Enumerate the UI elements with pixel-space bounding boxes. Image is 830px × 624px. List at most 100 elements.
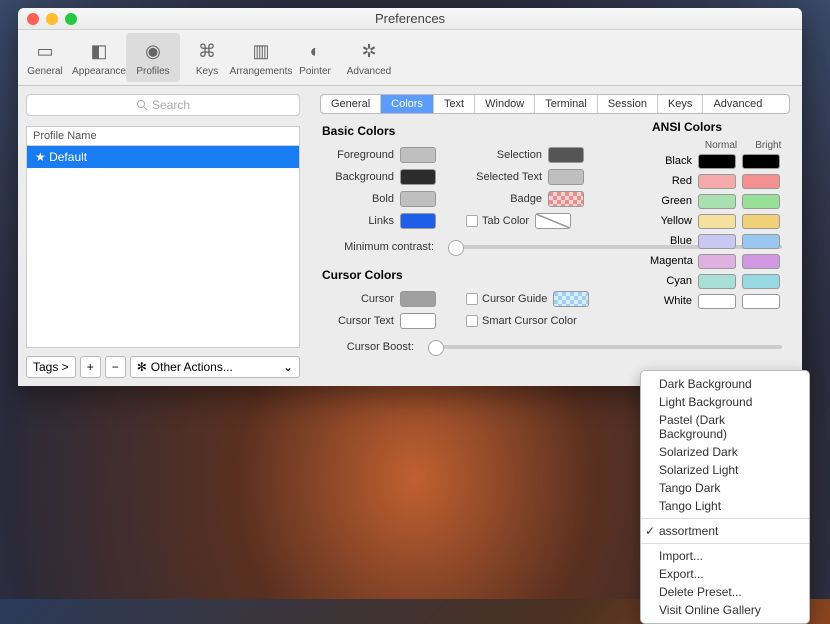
titlebar: Preferences xyxy=(18,8,802,30)
profiles-icon: ◉ xyxy=(140,38,166,64)
ansi-cyan-bright[interactable] xyxy=(742,274,780,289)
label-smart-cursor-color: Smart Cursor Color xyxy=(482,315,583,327)
search-icon xyxy=(136,99,148,111)
ansi-cyan-normal[interactable] xyxy=(698,274,736,289)
ansi-label-white: White xyxy=(650,295,698,307)
ansi-yellow-bright[interactable] xyxy=(742,214,780,229)
tab-terminal[interactable]: Terminal xyxy=(535,95,598,113)
preset-dark-background[interactable]: Dark Background xyxy=(641,375,809,393)
ansi-black-bright[interactable] xyxy=(742,154,780,169)
colorwell-tab-color[interactable] xyxy=(535,213,571,229)
label-background: Background xyxy=(320,171,400,183)
colorwell-cursor-text[interactable] xyxy=(400,313,436,329)
ansi-green-normal[interactable] xyxy=(698,194,736,209)
label-selection: Selection xyxy=(456,149,548,161)
ansi-white-bright[interactable] xyxy=(742,294,780,309)
preset-delete-preset-[interactable]: Delete Preset... xyxy=(641,583,809,601)
colorwell-selected-text[interactable] xyxy=(548,169,584,185)
toolbar-pointer[interactable]: ◐Pointer xyxy=(288,30,342,85)
label-badge: Badge xyxy=(456,193,548,205)
ansi-label-magenta: Magenta xyxy=(650,255,698,267)
toolbar-general[interactable]: ▭General xyxy=(18,30,72,85)
ansi-label-black: Black xyxy=(650,155,698,167)
ansi-magenta-bright[interactable] xyxy=(742,254,780,269)
preset-solarized-dark[interactable]: Solarized Dark xyxy=(641,443,809,461)
ansi-label-cyan: Cyan xyxy=(650,275,698,287)
profiles-sidebar: Search Profile Name ★ Default Tags > + −… xyxy=(18,86,308,386)
other-actions-dropdown[interactable]: ✻ Other Actions... ⌄ xyxy=(130,356,300,378)
general-icon: ▭ xyxy=(32,38,58,64)
ansi-label-green: Green xyxy=(650,195,698,207)
min-contrast-label: Minimum contrast: xyxy=(320,241,440,253)
toolbar-appearance[interactable]: ◧Appearance xyxy=(72,30,126,85)
preset-tango-light[interactable]: Tango Light xyxy=(641,497,809,515)
keys-icon: ⌘ xyxy=(194,38,220,64)
tab-advanced[interactable]: Advanced xyxy=(703,95,772,113)
colorwell-links[interactable] xyxy=(400,213,436,229)
preset-light-background[interactable]: Light Background xyxy=(641,393,809,411)
preset-tango-dark[interactable]: Tango Dark xyxy=(641,479,809,497)
profile-list-header[interactable]: Profile Name xyxy=(26,126,300,146)
main-panel: GeneralColorsTextWindowTerminalSessionKe… xyxy=(308,86,802,386)
toolbar-arrangements[interactable]: ▥Arrangements xyxy=(234,30,288,85)
checkbox-tab-color[interactable] xyxy=(466,215,478,227)
colorwell-cursor-guide[interactable] xyxy=(553,291,589,307)
ansi-blue-normal[interactable] xyxy=(698,234,736,249)
ansi-red-bright[interactable] xyxy=(742,174,780,189)
ansi-black-normal[interactable] xyxy=(698,154,736,169)
toolbar-advanced[interactable]: ✲Advanced xyxy=(342,30,396,85)
colorwell-badge[interactable] xyxy=(548,191,584,207)
gear-icon: ✻ xyxy=(137,360,147,374)
cursor-boost-slider[interactable] xyxy=(428,345,782,349)
remove-profile-button[interactable]: − xyxy=(105,356,126,378)
tab-general[interactable]: General xyxy=(321,95,381,113)
profile-list: ★ Default xyxy=(26,146,300,348)
cursor-boost-label: Cursor Boost: xyxy=(320,341,420,353)
other-actions-label: Other Actions... xyxy=(151,360,233,374)
ansi-col-bright: Bright xyxy=(745,140,792,151)
label-cursor: Cursor xyxy=(320,293,400,305)
advanced-icon: ✲ xyxy=(356,38,382,64)
search-placeholder: Search xyxy=(152,98,190,112)
tab-window[interactable]: Window xyxy=(475,95,535,113)
preferences-window: Preferences ▭General◧Appearance◉Profiles… xyxy=(18,8,802,386)
preset-import-[interactable]: Import... xyxy=(641,547,809,565)
label-cursor-guide: Cursor Guide xyxy=(482,293,553,305)
preset-pastel-dark-background-[interactable]: Pastel (Dark Background) xyxy=(641,411,809,443)
preset-assortment[interactable]: assortment xyxy=(641,522,809,540)
tab-colors[interactable]: Colors xyxy=(381,95,434,113)
label-tab-color: Tab Color xyxy=(482,215,535,227)
appearance-icon: ◧ xyxy=(86,38,112,64)
tab-session[interactable]: Session xyxy=(598,95,658,113)
tab-keys[interactable]: Keys xyxy=(658,95,703,113)
preset-solarized-light[interactable]: Solarized Light xyxy=(641,461,809,479)
colorwell-selection[interactable] xyxy=(548,147,584,163)
add-profile-button[interactable]: + xyxy=(80,356,101,378)
ansi-blue-bright[interactable] xyxy=(742,234,780,249)
ansi-magenta-normal[interactable] xyxy=(698,254,736,269)
ansi-yellow-normal[interactable] xyxy=(698,214,736,229)
ansi-green-bright[interactable] xyxy=(742,194,780,209)
colorwell-bold[interactable] xyxy=(400,191,436,207)
checkbox-smart-cursor-color[interactable] xyxy=(466,315,478,327)
search-input[interactable]: Search xyxy=(26,94,300,116)
checkbox-cursor-guide[interactable] xyxy=(466,293,478,305)
preset-visit-online-gallery[interactable]: Visit Online Gallery xyxy=(641,601,809,619)
colorwell-background[interactable] xyxy=(400,169,436,185)
label-selected-text: Selected Text xyxy=(456,171,548,183)
label-links: Links xyxy=(320,215,400,227)
preset-export-[interactable]: Export... xyxy=(641,565,809,583)
profile-item-default[interactable]: ★ Default xyxy=(27,146,299,168)
ansi-red-normal[interactable] xyxy=(698,174,736,189)
tab-text[interactable]: Text xyxy=(434,95,475,113)
toolbar-profiles[interactable]: ◉Profiles xyxy=(126,33,180,82)
tags-button[interactable]: Tags > xyxy=(26,356,76,378)
color-presets-menu: Dark BackgroundLight BackgroundPastel (D… xyxy=(640,370,810,624)
label-bold: Bold xyxy=(320,193,400,205)
colorwell-foreground[interactable] xyxy=(400,147,436,163)
toolbar-keys[interactable]: ⌘Keys xyxy=(180,30,234,85)
ansi-label-red: Red xyxy=(650,175,698,187)
colorwell-cursor[interactable] xyxy=(400,291,436,307)
ansi-col-normal: Normal xyxy=(697,140,744,151)
ansi-white-normal[interactable] xyxy=(698,294,736,309)
